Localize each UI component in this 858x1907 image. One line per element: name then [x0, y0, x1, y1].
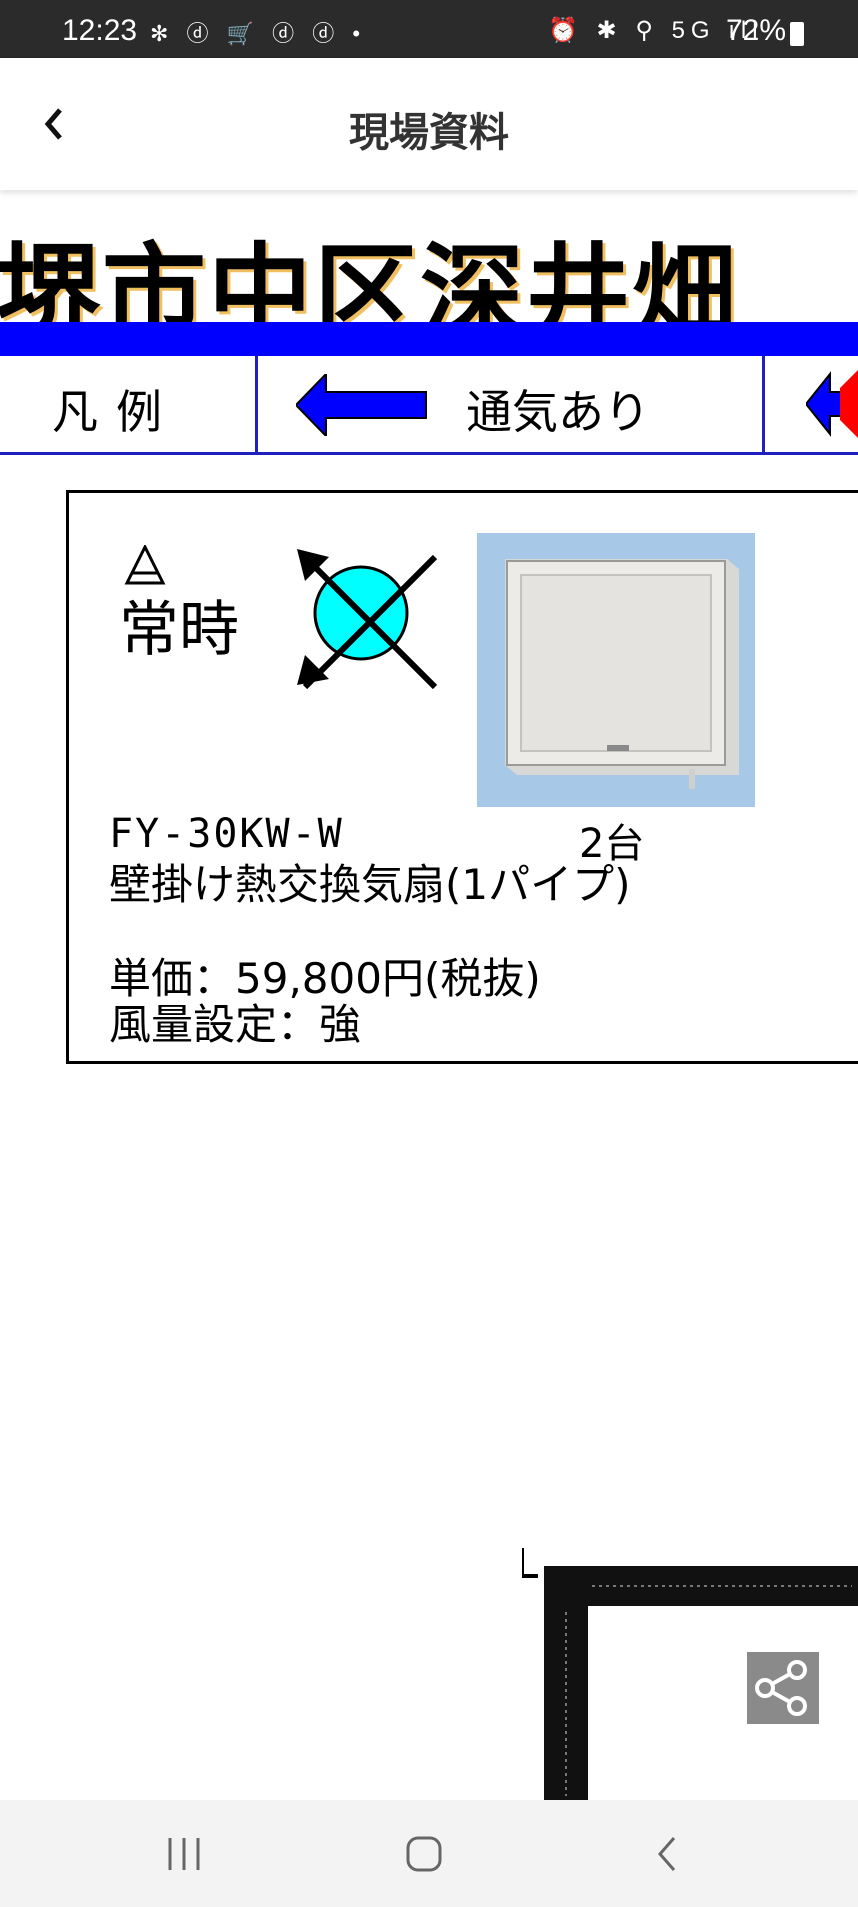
divider: [255, 356, 258, 452]
product-legend-card: 常時 FY-30KW-W 2台 壁掛け熱交換気扇(1パイプ) 単価：59,800…: [66, 490, 858, 1064]
document-viewer[interactable]: 堺市中区深井畑 凡例 通気あり 常時 FY-30KW-W 2台 壁掛け熱交換気扇…: [0, 190, 858, 1800]
airflow-setting: 風量設定：強: [109, 1000, 362, 1049]
legend-label: 凡例: [52, 385, 180, 439]
battery-level: 72%: [726, 14, 787, 47]
home-icon[interactable]: [404, 1834, 444, 1874]
divider: [762, 356, 765, 452]
product-image: [477, 533, 755, 807]
triangle-marker-icon: [124, 545, 166, 585]
bidirectional-arrow-icon: [806, 370, 858, 438]
share-button[interactable]: [747, 1652, 819, 1724]
title-divider: [0, 322, 858, 356]
notification-icons: ✻ ⓓ 🛒 ⓓ ⓓ •: [150, 21, 367, 46]
left-arrow-icon: [296, 374, 427, 436]
battery-icon: [790, 22, 804, 46]
heat-exchange-fan-icon: [297, 549, 438, 690]
legend-header: 凡例 通気あり: [0, 356, 858, 455]
status-time: 12:23: [62, 14, 138, 47]
recents-icon[interactable]: [164, 1836, 204, 1872]
operation-mode: 常時: [119, 595, 239, 665]
status-bar: 12:23 ✻ ⓓ 🛒 ⓓ ⓓ • ⏰ ✱ ⚲ 5G ıll 72%: [0, 0, 858, 58]
page-title: 現場資料: [349, 110, 509, 156]
back-icon[interactable]: [652, 1834, 682, 1874]
app-header: 現場資料: [0, 58, 858, 190]
navigation-bar: [0, 1800, 858, 1907]
share-icon: [755, 1660, 807, 1716]
legend-item-ventilation: 通気あり: [466, 385, 650, 439]
product-name: 壁掛け熱交換気扇(1パイプ): [109, 860, 631, 909]
